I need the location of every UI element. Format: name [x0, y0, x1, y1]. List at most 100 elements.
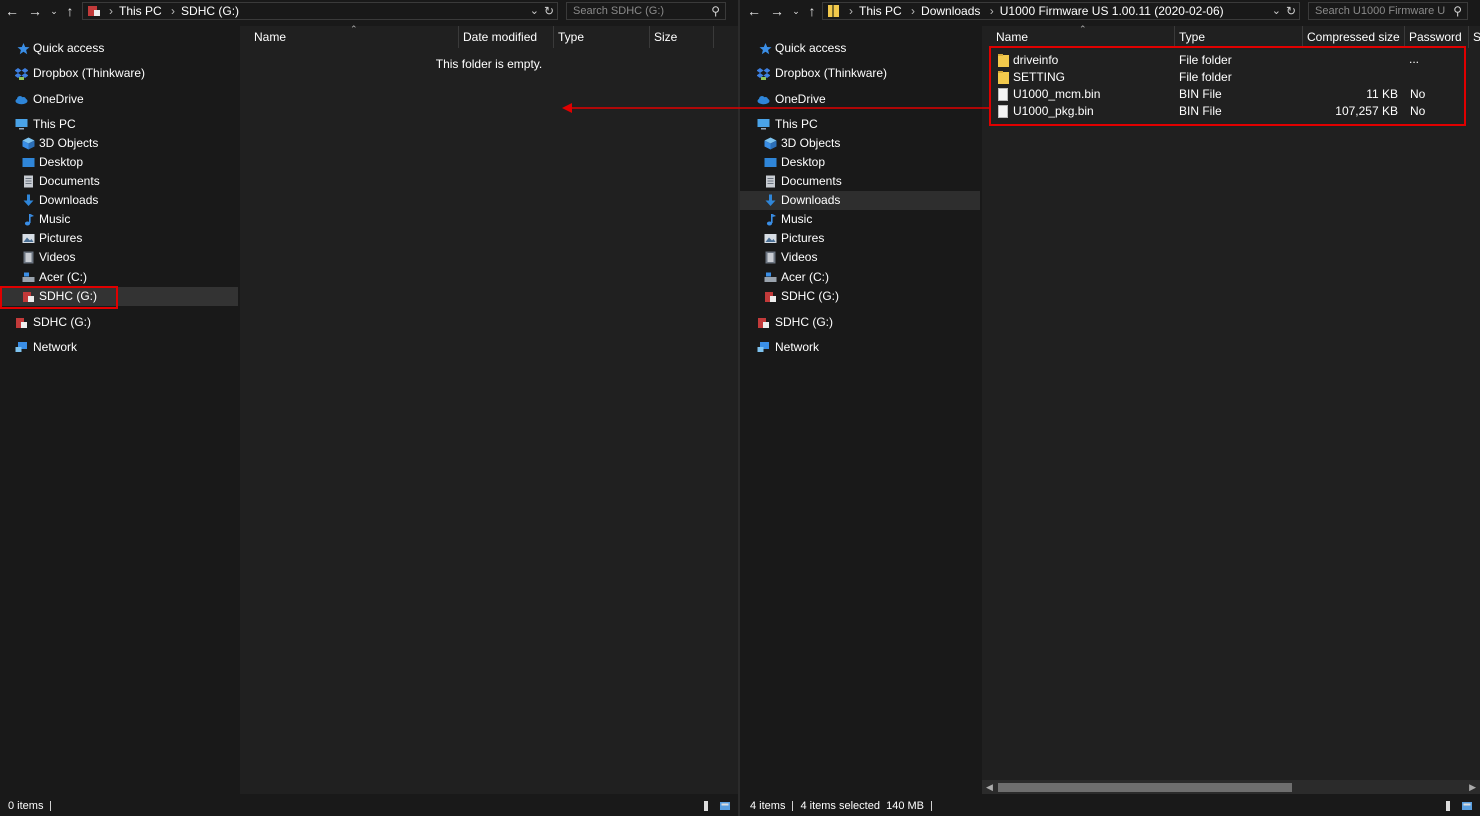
column-size[interactable]: S: [1469, 26, 1480, 48]
search-icon: ⚲: [1453, 4, 1462, 18]
nav-videos[interactable]: Videos: [740, 248, 980, 267]
horizontal-scrollbar[interactable]: ◀ ▶: [982, 780, 1480, 794]
breadcrumb-firmware-folder[interactable]: U1000 Firmware US 1.00.11 (2020-02-06): [1000, 4, 1224, 18]
large-icons-view-icon[interactable]: [719, 800, 731, 812]
large-icons-view-icon[interactable]: [1461, 800, 1473, 812]
up-arrow-icon[interactable]: ↑: [61, 2, 79, 20]
file-list: Name ⌃ Type Compressed size Password ...…: [982, 24, 1480, 794]
nav-network[interactable]: Network: [0, 338, 238, 357]
up-arrow-icon[interactable]: ↑: [803, 2, 821, 20]
breadcrumb-sdhc[interactable]: SDHC (G:): [181, 4, 239, 18]
nav-label: 3D Objects: [781, 136, 841, 150]
scroll-right-icon[interactable]: ▶: [1469, 780, 1476, 794]
nav-documents[interactable]: Documents: [0, 172, 238, 191]
column-size[interactable]: Size: [650, 26, 714, 48]
search-input[interactable]: [1309, 3, 1467, 19]
cloud-icon: [757, 96, 770, 105]
nav-downloads-selected[interactable]: Downloads: [740, 191, 980, 210]
column-header: Name ⌃ Date modified Type Size: [240, 24, 738, 48]
back-arrow-icon[interactable]: ←: [745, 2, 763, 20]
column-date-modified[interactable]: Date modified: [459, 26, 554, 48]
search-box[interactable]: ⚲: [1308, 2, 1468, 20]
search-box[interactable]: ⚲: [566, 2, 726, 20]
file-row-mcm-bin[interactable]: U1000_mcm.bin BIN File 11 KB No: [990, 86, 1460, 103]
folder-icon: [998, 54, 1009, 67]
sd-card-icon: [23, 292, 34, 302]
nav-downloads[interactable]: Downloads: [0, 191, 238, 210]
star-icon: [17, 43, 30, 55]
nav-network[interactable]: Network: [740, 338, 980, 357]
file-row-driveinfo[interactable]: driveinfo File folder: [990, 52, 1460, 69]
breadcrumb-downloads[interactable]: Downloads: [921, 4, 980, 18]
status-items: 0 items: [8, 800, 44, 812]
column-type[interactable]: Type: [1175, 26, 1303, 48]
computer-icon: [757, 119, 770, 130]
nav-onedrive[interactable]: OneDrive: [740, 90, 980, 109]
nav-music[interactable]: Music: [0, 210, 238, 229]
nav-label: SDHC (G:): [775, 315, 833, 329]
forward-arrow-icon[interactable]: →: [768, 2, 786, 20]
nav-label: This PC: [33, 117, 76, 131]
nav-3d-objects[interactable]: 3D Objects: [740, 134, 980, 153]
nav-label: SDHC (G:): [39, 289, 97, 303]
back-arrow-icon[interactable]: ←: [3, 2, 21, 20]
file-icon: [998, 88, 1008, 101]
nav-this-pc[interactable]: This PC: [0, 115, 238, 134]
refresh-icon[interactable]: ↻: [1286, 3, 1296, 19]
column-password[interactable]: Password ...: [1405, 26, 1469, 66]
column-type[interactable]: Type: [554, 26, 650, 48]
nav-acer-c[interactable]: Acer (C:): [0, 268, 238, 287]
file-icon: [998, 105, 1008, 118]
refresh-icon[interactable]: ↻: [544, 3, 554, 19]
nav-3d-objects[interactable]: 3D Objects: [0, 134, 238, 153]
status-items: 4 items: [750, 800, 786, 812]
breadcrumb-this-pc[interactable]: This PC: [119, 4, 162, 18]
picture-icon: [764, 234, 777, 243]
nav-pictures[interactable]: Pictures: [740, 229, 980, 248]
file-compressed-size: 11 KB: [1366, 87, 1398, 101]
address-bar[interactable]: › This PC › Downloads › U1000 Firmware US 1…: [822, 2, 1300, 20]
nav-label: Quick access: [775, 41, 847, 55]
nav-documents[interactable]: Documents: [740, 172, 980, 191]
nav-sdhc-g-selected[interactable]: SDHC (G:): [0, 287, 238, 306]
zip-folder-icon: [828, 5, 839, 17]
nav-onedrive[interactable]: OneDrive: [0, 90, 238, 109]
search-input[interactable]: [567, 3, 725, 19]
address-bar[interactable]: › This PC › SDHC (G:) ⌄ ↻: [82, 2, 558, 20]
breadcrumb-this-pc[interactable]: This PC: [859, 4, 902, 18]
file-row-pkg-bin[interactable]: U1000_pkg.bin BIN File 107,257 KB No: [990, 103, 1460, 120]
file-row-setting[interactable]: SETTING File folder: [990, 69, 1460, 86]
document-icon: [24, 175, 33, 188]
nav-label: This PC: [775, 117, 818, 131]
scrollbar-thumb[interactable]: [998, 783, 1292, 792]
nav-dropbox[interactable]: Dropbox (Thinkware): [0, 64, 238, 83]
nav-label: Desktop: [39, 155, 84, 169]
nav-sdhc-g-sub[interactable]: SDHC (G:): [740, 287, 980, 306]
nav-desktop[interactable]: Desktop: [0, 153, 238, 172]
nav-music[interactable]: Music: [740, 210, 980, 229]
nav-sdhc-g[interactable]: SDHC (G:): [0, 313, 238, 332]
nav-quick-access[interactable]: Quick access: [0, 39, 238, 58]
address-dropdown-icon[interactable]: ⌄: [530, 3, 539, 19]
dropbox-icon: [757, 68, 770, 80]
picture-icon: [22, 234, 35, 243]
nav-sdhc-g[interactable]: SDHC (G:): [740, 313, 980, 332]
details-view-icon[interactable]: [1442, 800, 1454, 812]
nav-desktop[interactable]: Desktop: [740, 153, 980, 172]
forward-arrow-icon[interactable]: →: [26, 2, 44, 20]
download-arrow-icon: [765, 194, 776, 206]
scroll-left-icon[interactable]: ◀: [986, 780, 993, 794]
details-view-icon[interactable]: [700, 800, 712, 812]
column-compressed-size[interactable]: Compressed size: [1303, 26, 1405, 48]
nav-label: Downloads: [781, 193, 841, 207]
address-dropdown-icon[interactable]: ⌄: [1272, 3, 1281, 19]
nav-dropbox[interactable]: Dropbox (Thinkware): [740, 64, 980, 83]
nav-acer-c[interactable]: Acer (C:): [740, 268, 980, 287]
file-list: Name ⌃ Date modified Type Size This fold…: [240, 24, 738, 794]
nav-this-pc[interactable]: This PC: [740, 115, 980, 134]
nav-pictures[interactable]: Pictures: [0, 229, 238, 248]
file-type: File folder: [1179, 53, 1232, 67]
nav-quick-access[interactable]: Quick access: [740, 39, 980, 58]
nav-label: Music: [781, 212, 813, 226]
nav-videos[interactable]: Videos: [0, 248, 238, 267]
